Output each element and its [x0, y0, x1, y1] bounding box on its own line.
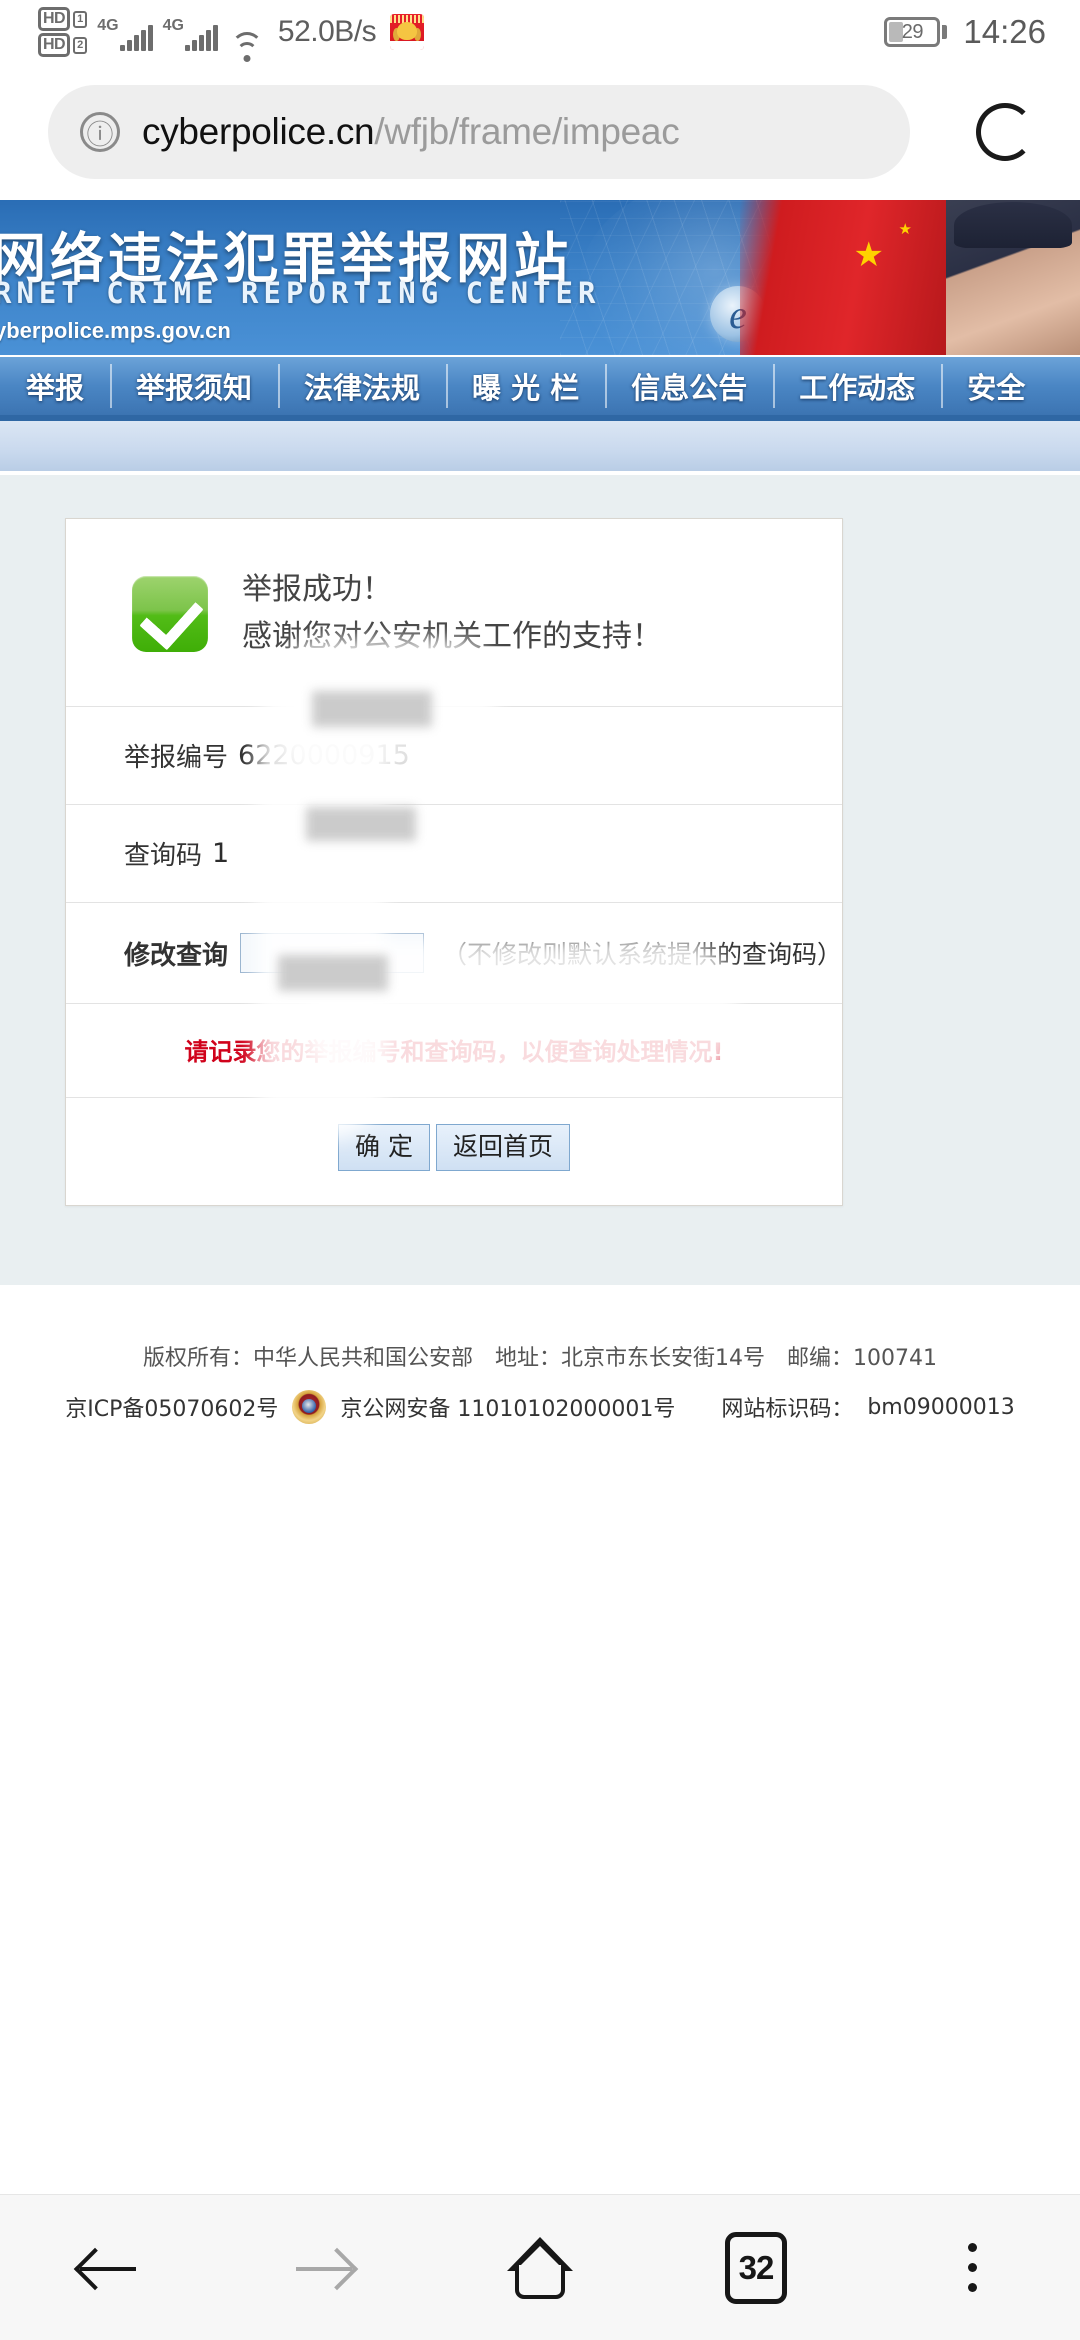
china-flag-graphic: [740, 200, 950, 355]
forward-arrow-icon: [292, 2236, 359, 2300]
report-success-card: 举报成功！ 感谢您对公安机关工作的支持！ 举报编号 6220000915 查询码…: [65, 518, 843, 1206]
browser-bottom-nav: 32: [0, 2194, 1080, 2340]
signal-bars-icon-1: [119, 25, 153, 51]
more-menu-icon: [967, 2243, 977, 2292]
table-row: 查询码 1: [66, 804, 842, 902]
card-action-buttons: 确 定 返回首页: [66, 1097, 842, 1205]
footer-icp-link[interactable]: 京ICP备05070602号: [65, 1391, 278, 1423]
network-type-label-2: 4G: [162, 17, 184, 34]
flag-star-large-icon: ★: [853, 236, 884, 274]
banner-title-en: RNET CRIME REPORTING CENTER: [0, 276, 601, 310]
query-code-input[interactable]: [240, 933, 424, 973]
green-check-icon: [132, 575, 208, 652]
table-row: 举报编号 6220000915: [66, 706, 842, 804]
tabs-button[interactable]: 32: [648, 2195, 864, 2340]
back-arrow-icon: [73, 2236, 140, 2300]
hd-sim2: HD 2: [38, 33, 88, 57]
clock-label: 14:26: [963, 13, 1046, 50]
modify-query-code-hint: （不修改则默认系统提供的查询码）: [441, 940, 842, 969]
success-header: 举报成功！ 感谢您对公安机关工作的支持！: [66, 519, 842, 706]
address-bar[interactable]: ⓘ cyberpolice.cn/wfjb/frame/impeac: [48, 85, 910, 179]
nav-item-report-notice[interactable]: 举报须知: [110, 357, 278, 415]
url-text: cyberpolice.cn/wfjb/frame/impeac: [142, 111, 679, 153]
network-speed-text: 52.0B/s: [277, 15, 377, 48]
browser-toolbar: ⓘ cyberpolice.cn/wfjb/frame/impeac: [0, 64, 1080, 200]
modify-query-code-label: 修改查询: [124, 940, 229, 971]
footer-copyright-line: 版权所有：中华人民共和国公安部 地址：北京市东长安街14号 邮编：100741: [143, 1346, 937, 1371]
nav-item-report[interactable]: 举报: [0, 357, 110, 415]
confirm-button[interactable]: 确 定: [338, 1124, 430, 1171]
url-path: /wfjb/frame/impeac: [374, 111, 680, 152]
wifi-icon: [230, 32, 264, 64]
signal-bars-icon-2: [184, 25, 218, 51]
site-banner: e ★ ★ 网络违法犯罪举报网站 RNET CRIME REPORTING CE…: [0, 200, 1080, 355]
back-button[interactable]: [0, 2195, 216, 2340]
hd-call-indicators: HD 1 HD 2: [38, 7, 88, 57]
url-host: cyberpolice.cn: [142, 111, 375, 152]
nav-item-work-news[interactable]: 工作动态: [773, 357, 941, 415]
status-bar-left: HD 1 HD 2 4G 4G 52.0B/s: [38, 0, 425, 64]
hd-badge-icon-2: HD: [38, 33, 71, 57]
report-number-label: 举报编号: [124, 743, 229, 773]
signal-group-1: 4G: [97, 13, 153, 51]
battery-percent-label: 29: [901, 20, 924, 43]
query-code-value: 1: [212, 838, 230, 869]
nav-item-announcements[interactable]: 信息公告: [605, 357, 773, 415]
page-loading-spinner-icon[interactable]: [976, 103, 1034, 161]
status-bar: HD 1 HD 2 4G 4G 52.0B/s 29 14:26: [0, 0, 1080, 64]
success-subtitle: 感谢您对公安机关工作的支持！: [242, 618, 662, 654]
footer-site-id-label: 网站标识码：: [721, 1397, 854, 1422]
network-type-label-1: 4G: [97, 17, 119, 34]
sim-index-2: 2: [73, 36, 88, 54]
page-content-area: 举报成功！ 感谢您对公安机关工作的支持！ 举报编号 6220000915 查询码…: [0, 475, 1080, 1285]
status-bar-right: 29 14:26: [884, 13, 1046, 51]
site-info-icon[interactable]: ⓘ: [80, 112, 120, 152]
home-button[interactable]: [432, 2195, 648, 2340]
site-nav-bar: 举报 举报须知 法律法规 曝 光 栏 信息公告 工作动态 安全: [0, 355, 1080, 415]
flag-star-small-icon: ★: [898, 221, 912, 238]
banner-site-url: yberpolice.mps.gov.cn: [0, 318, 231, 343]
home-icon: [507, 2236, 573, 2299]
notification-app-icon: [390, 14, 425, 50]
forward-button[interactable]: [216, 2195, 432, 2340]
tab-count-icon: 32: [725, 2231, 787, 2304]
nav-item-security[interactable]: 安全: [941, 357, 1051, 415]
query-code-label: 查询码: [124, 841, 203, 871]
police-officer-photo: [946, 200, 1080, 355]
footer-beian-link[interactable]: 京公网安备 11010102000001号: [340, 1391, 675, 1423]
sim-index-1: 1: [73, 10, 88, 28]
nav-item-exposure[interactable]: 曝 光 栏: [446, 357, 605, 415]
hd-badge-icon: HD: [38, 7, 71, 31]
modify-query-code-row: 修改查询 （不修改则默认系统提供的查询码）: [66, 902, 842, 1003]
success-header-text: 举报成功！ 感谢您对公安机关工作的支持！: [242, 567, 662, 660]
sub-banner-strip: [0, 421, 1080, 473]
battery-icon: 29: [884, 17, 948, 47]
return-home-button[interactable]: 返回首页: [435, 1124, 570, 1171]
signal-group-2: 4G: [163, 13, 218, 51]
footer-site-id-value: bm09000013: [867, 1394, 1015, 1420]
warning-text: 请记录您的举报编号和查询码，以便查询处理情况!: [184, 1038, 724, 1066]
success-title: 举报成功！: [242, 572, 392, 607]
hd-sim1: HD 1: [38, 7, 88, 31]
report-number-value: 6220000915: [238, 740, 410, 771]
nav-item-laws[interactable]: 法律法规: [278, 357, 446, 415]
menu-button[interactable]: [864, 2195, 1080, 2340]
footer-record-line: 京ICP备05070602号 京公网安备 11010102000001号 网站标…: [0, 1390, 1080, 1424]
warning-row: 请记录您的举报编号和查询码，以便查询处理情况!: [66, 1003, 842, 1097]
site-footer: 版权所有：中华人民共和国公安部 地址：北京市东长安街14号 邮编：100741 …: [0, 1285, 1080, 1455]
police-badge-icon: [292, 1390, 327, 1424]
web-page: e ★ ★ 网络违法犯罪举报网站 RNET CRIME REPORTING CE…: [0, 200, 1080, 473]
